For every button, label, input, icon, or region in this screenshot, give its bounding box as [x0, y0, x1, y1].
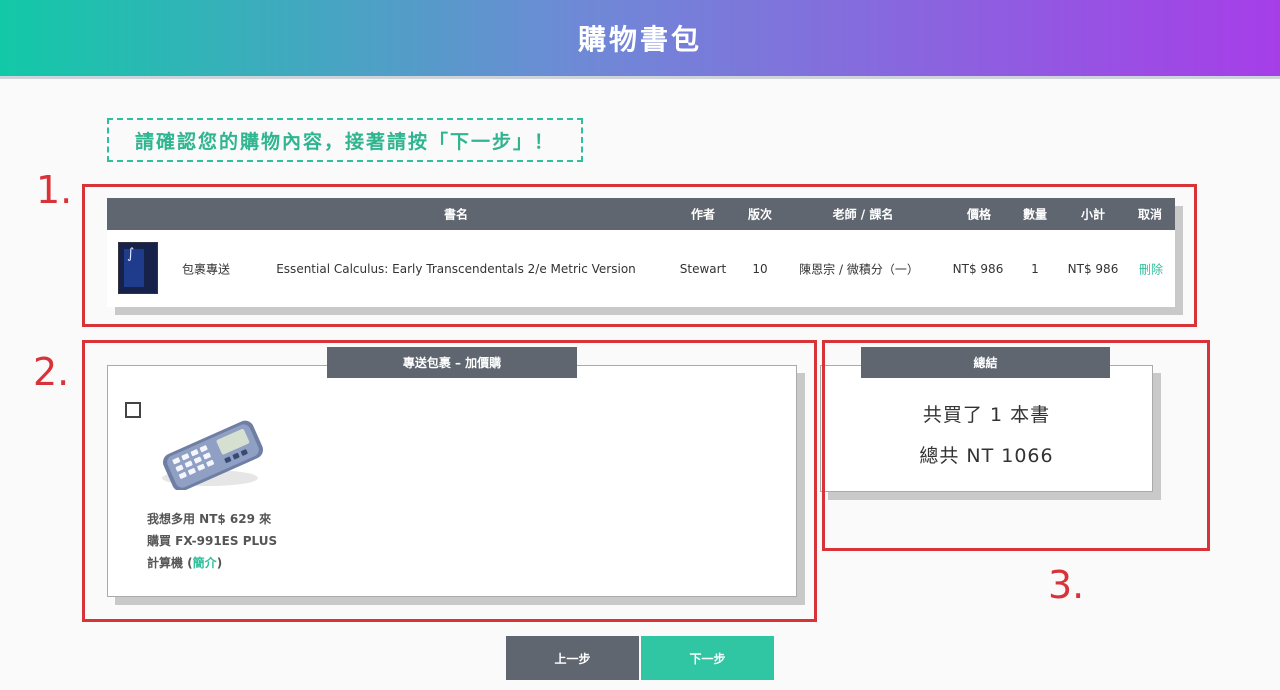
annotation-box-1 — [82, 184, 1197, 327]
page-header: 購物書包 — [0, 0, 1280, 79]
annotation-box-2 — [82, 340, 817, 622]
next-step-button[interactable]: 下一步 — [641, 636, 774, 680]
annotation-label-1: 1. — [36, 168, 73, 212]
previous-step-button[interactable]: 上一步 — [506, 636, 639, 680]
instruction-notice: 請確認您的購物內容，接著請按「下一步」！ — [107, 118, 583, 162]
page-title: 購物書包 — [577, 23, 702, 56]
annotation-label-2: 2. — [33, 350, 70, 394]
annotation-box-3 — [822, 340, 1210, 551]
annotation-label-3: 3. — [1048, 563, 1085, 607]
